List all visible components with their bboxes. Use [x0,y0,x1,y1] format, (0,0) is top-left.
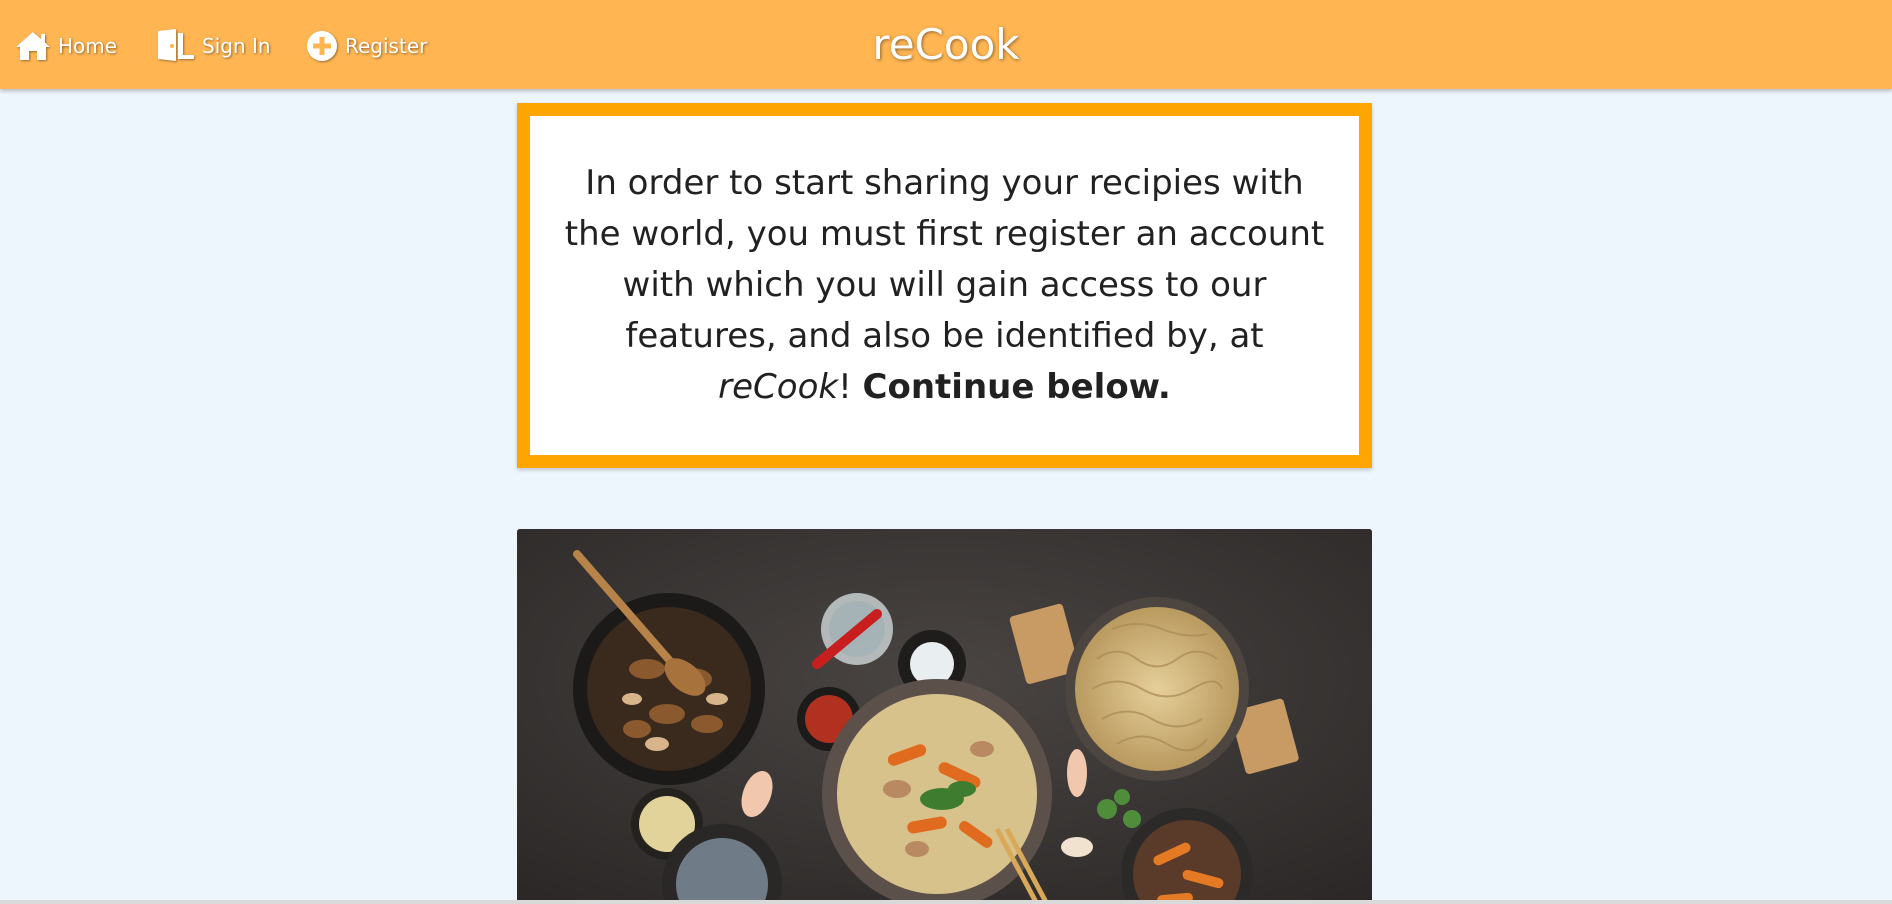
top-navbar: Home Sign In Register reCook [0,0,1892,89]
info-brand-italic: reCook [718,367,839,407]
food-photo-illustration [517,529,1372,904]
bottom-edge [0,900,1892,904]
register-info-card: In order to start sharing your recipies … [517,103,1372,468]
info-text-main: In order to start sharing your recipies … [564,163,1325,356]
info-exclaim: ! [838,367,863,407]
info-continue-bold: Continue below. [862,367,1171,407]
food-photo [517,529,1372,904]
register-info-text: In order to start sharing your recipies … [530,158,1359,413]
brand-title[interactable]: reCook [0,20,1892,69]
